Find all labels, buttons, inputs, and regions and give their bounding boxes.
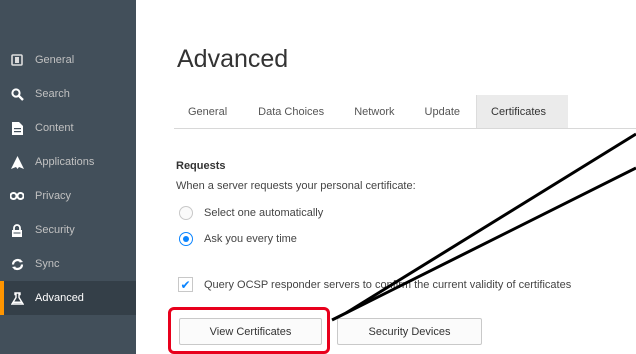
radio-ask-every-time[interactable] (179, 232, 193, 246)
radio-ask-every-time-label[interactable]: Ask you every time (204, 233, 297, 245)
sidebar-item-label: Sync (35, 258, 60, 270)
search-icon (10, 87, 24, 101)
advanced-icon (10, 291, 24, 305)
tab-data-choices[interactable]: Data Choices (244, 95, 340, 128)
privacy-icon (10, 189, 24, 203)
tab-update[interactable]: Update (411, 95, 476, 128)
sidebar-item-security[interactable]: Security (0, 213, 136, 247)
requests-prompt: When a server requests your personal cer… (176, 180, 416, 192)
sidebar-item-advanced[interactable]: Advanced (0, 281, 136, 315)
ocsp-checkbox-label[interactable]: Query OCSP responder servers to confirm … (204, 279, 571, 291)
radio-select-automatically-label[interactable]: Select one automatically (204, 207, 323, 219)
sidebar-item-sync[interactable]: Sync (0, 247, 136, 281)
highlight-box (168, 307, 330, 354)
sidebar-item-applications[interactable]: Applications (0, 145, 136, 179)
security-devices-button[interactable]: Security Devices (337, 318, 482, 345)
sidebar-item-label: Applications (35, 156, 95, 168)
sidebar-item-label: Privacy (35, 190, 72, 202)
lock-icon (10, 223, 24, 237)
radio-select-automatically[interactable] (179, 206, 193, 220)
requests-heading: Requests (176, 160, 226, 172)
sidebar: General Search Content Applications Priv… (0, 0, 136, 354)
ocsp-checkbox[interactable]: ✔ (178, 277, 193, 292)
sidebar-item-content[interactable]: Content (0, 111, 136, 145)
tab-certificates[interactable]: Certificates (476, 95, 569, 128)
tab-network[interactable]: Network (340, 95, 410, 128)
tab-bar: General Data Choices Network Update Cert… (174, 95, 636, 129)
sidebar-item-label: General (35, 54, 75, 66)
content-icon (10, 121, 24, 135)
tab-general[interactable]: General (174, 95, 244, 128)
sidebar-item-privacy[interactable]: Privacy (0, 179, 136, 213)
sidebar-item-label: Advanced (35, 292, 84, 304)
sidebar-item-search[interactable]: Search (0, 77, 136, 111)
sidebar-item-label: Content (35, 122, 74, 134)
sidebar-item-general[interactable]: General (0, 43, 136, 77)
sync-icon (10, 257, 24, 271)
page-title: Advanced (177, 45, 289, 73)
checkmark-icon: ✔ (180, 277, 191, 292)
sidebar-item-label: Search (35, 88, 70, 100)
applications-icon (10, 155, 24, 169)
general-icon (10, 53, 24, 67)
sidebar-item-label: Security (35, 224, 75, 236)
